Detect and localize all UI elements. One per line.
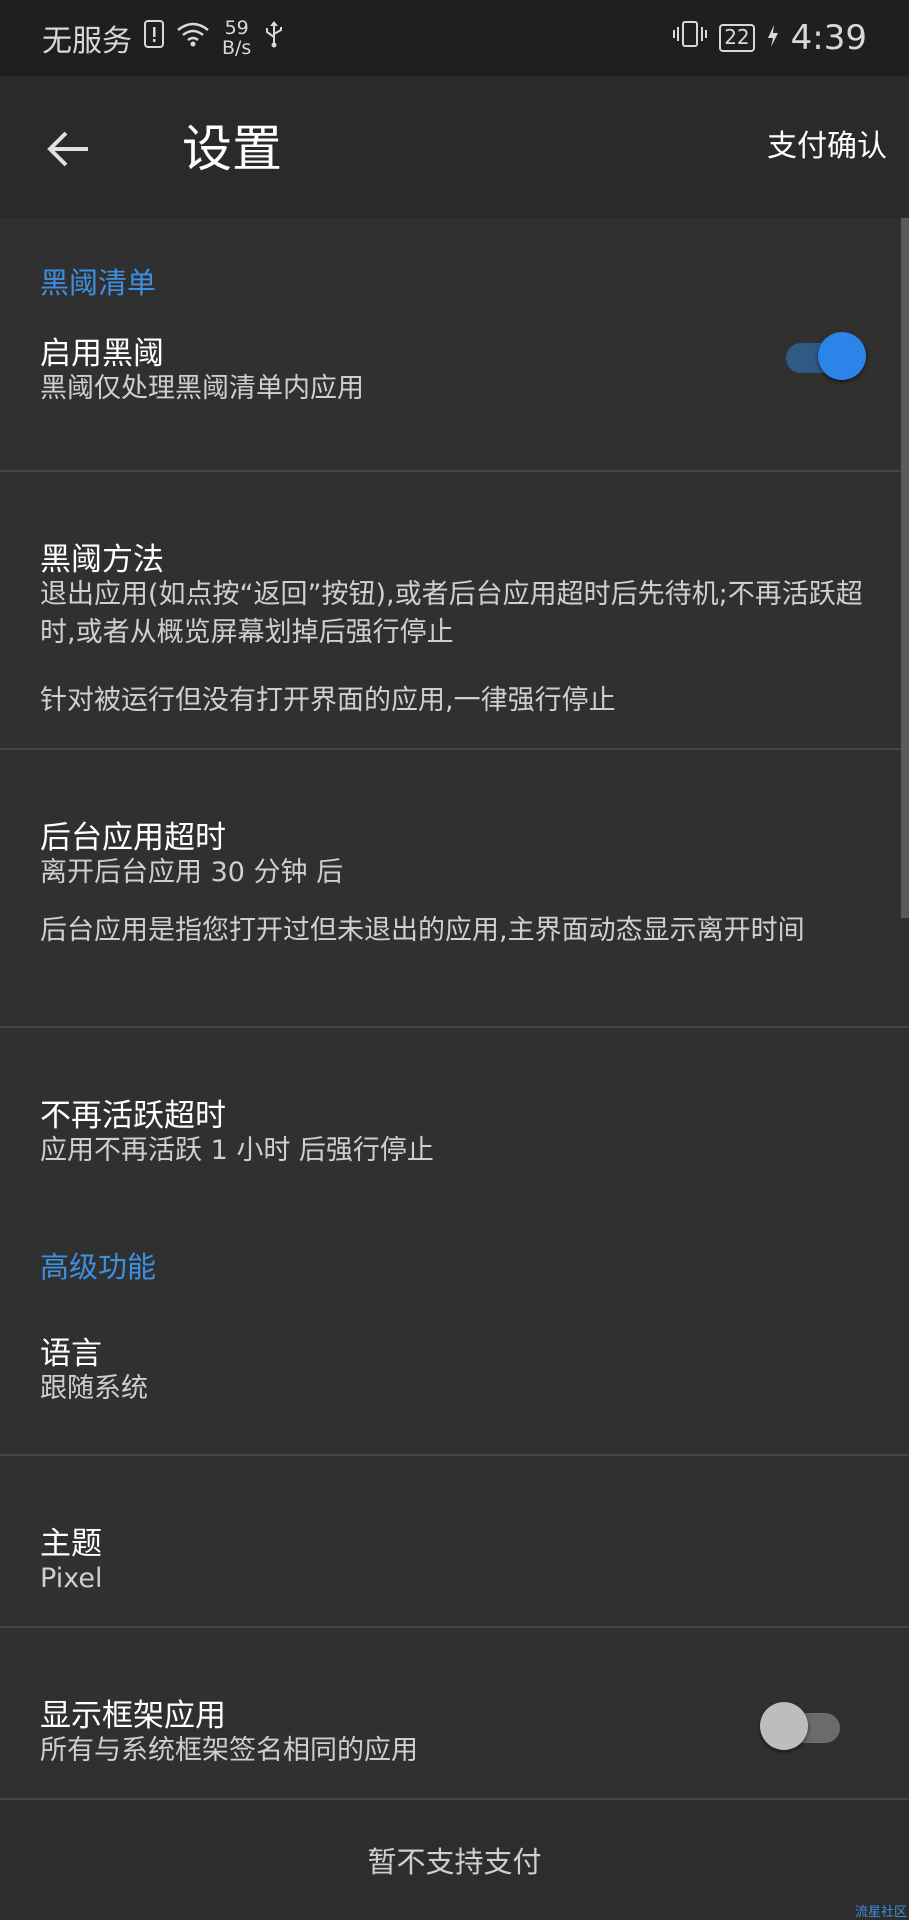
clock: 4:39	[790, 18, 867, 58]
setting-theme-subtitle: Pixel	[40, 1563, 103, 1594]
app-bar: 设置 支付确认	[0, 76, 909, 218]
page-title: 设置	[182, 120, 282, 178]
setting-show-framework-subtitle: 所有与系统框架签名相同的应用	[40, 1735, 418, 1766]
setting-method-subtitle: 退出应用(如点按“返回”按钮),或者后台应用超时后先待机;不再活跃超时,或者从概…	[40, 579, 863, 648]
section-header-blacklist: 黑阈清单	[40, 266, 157, 300]
footer-bar[interactable]: 暂不支持支付	[0, 1800, 909, 1920]
setting-theme-title: 主题	[40, 1526, 102, 1562]
setting-show-framework[interactable]: 显示框架应用 所有与系统框架签名相同的应用	[0, 1628, 909, 1796]
back-button[interactable]	[42, 121, 98, 177]
section-header-advanced: 高级功能	[40, 1250, 157, 1284]
speed-unit: B/s	[222, 37, 252, 59]
carrier-text: 无服务	[42, 24, 132, 59]
setting-background-timeout-title: 后台应用超时	[40, 820, 226, 856]
network-speed: 59 B/s	[222, 18, 251, 58]
sim-alert-icon	[144, 20, 164, 56]
status-bar: 无服务 59 B/s 22 4:39	[0, 0, 909, 76]
setting-inactive-timeout-subtitle: 应用不再活跃 1 小时 后强行停止	[40, 1135, 434, 1166]
setting-method[interactable]: 黑阈方法 退出应用(如点按“返回”按钮),或者后台应用超时后先待机;不再活跃超时…	[0, 472, 909, 748]
setting-language-subtitle: 跟随系统	[40, 1373, 148, 1404]
setting-method-title: 黑阈方法	[40, 542, 164, 578]
setting-enable-subtitle: 黑阈仅处理黑阈清单内应用	[40, 373, 364, 404]
speed-value: 59	[224, 17, 249, 39]
watermark-text: 流星社区	[854, 1905, 907, 1920]
setting-show-framework-title: 显示框架应用	[40, 1698, 226, 1734]
vibrate-icon	[673, 19, 708, 57]
scrollbar[interactable]	[901, 218, 909, 918]
show-framework-toggle[interactable]	[758, 1700, 848, 1752]
footer-text: 暂不支持支付	[367, 1845, 542, 1879]
usb-icon	[263, 19, 285, 57]
enable-toggle-thumb	[818, 332, 866, 380]
setting-inactive-timeout-title: 不再活跃超时	[40, 1098, 226, 1134]
arrow-left-icon	[47, 131, 88, 167]
battery-indicator: 22	[719, 24, 755, 52]
show-framework-toggle-thumb	[760, 1702, 808, 1750]
setting-language-title: 语言	[40, 1336, 102, 1372]
setting-background-timeout-note: 后台应用是指您打开过但未退出的应用,主界面动态显示离开时间	[40, 915, 805, 946]
settings-list: 黑阈清单 启用黑阈 黑阈仅处理黑阈清单内应用 黑阈方法 退出应用(如点按“返回”…	[0, 218, 909, 1920]
payment-confirm-button[interactable]: 支付确认	[767, 122, 887, 172]
setting-inactive-timeout[interactable]: 不再活跃超时 应用不再活跃 1 小时 后强行停止	[0, 1028, 909, 1168]
charging-icon	[767, 21, 779, 56]
setting-enable-title: 启用黑阈	[40, 336, 164, 372]
setting-background-timeout[interactable]: 后台应用超时 离开后台应用 30 分钟 后 后台应用是指您打开过但未退出的应用,…	[0, 750, 909, 1026]
wifi-icon	[176, 20, 210, 56]
enable-toggle[interactable]	[778, 330, 868, 382]
setting-theme[interactable]: 主题 Pixel	[0, 1456, 909, 1624]
setting-background-timeout-subtitle: 离开后台应用 30 分钟 后	[40, 857, 344, 888]
setting-method-note: 针对被运行但没有打开界面的应用,一律强行停止	[40, 685, 616, 716]
setting-enable[interactable]: 启用黑阈 黑阈仅处理黑阈清单内应用	[0, 328, 909, 488]
